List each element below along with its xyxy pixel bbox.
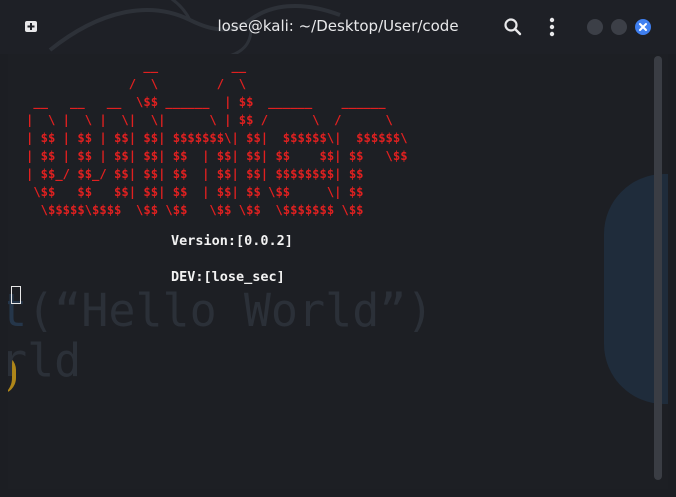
wallpaper-line2: rld <box>8 334 82 387</box>
text-cursor <box>11 286 21 304</box>
version-text: Version:[0.0.2] <box>171 233 293 249</box>
banner-line: \$$$$$\$$$$ \$$ \$$ \$$ \$$ \$$$$$$$ \$$ <box>26 203 364 217</box>
banner-line: | $$ | $$ | $$| $$| $$ | $$| $$| $$ $$| … <box>26 149 408 163</box>
wallpaper-code-text: t(“Hello World”) rld <box>8 286 433 386</box>
banner-line: | $$ | $$ | $$| $$| $$$$$$$\| $$| $$$$$$… <box>26 131 408 145</box>
close-icon <box>639 23 647 31</box>
dev-text: DEV:[lose_sec] <box>171 269 285 285</box>
window-title: lose@kali: ~/Desktop/User/code <box>217 17 459 35</box>
banner-line: / \ / \ <box>26 77 247 91</box>
search-icon[interactable] <box>503 17 523 37</box>
banner-line: __ __ <box>26 59 247 73</box>
maximize-button[interactable] <box>611 19 627 35</box>
kebab-menu-icon[interactable] <box>544 16 560 38</box>
close-button[interactable] <box>635 19 651 35</box>
banner-line: __ __ __ \$$ ______ | $$ ______ ______ <box>26 95 386 109</box>
terminal-window: lose@kali: ~/Desktop/User/code t(“Hello … <box>0 0 676 497</box>
minimize-button[interactable] <box>587 19 603 35</box>
terminal-output[interactable]: t(“Hello World”) rld __ __ / \ / \ __ __… <box>8 54 668 489</box>
scrollbar[interactable] <box>654 56 662 480</box>
banner-line: | $$_/ $$_/ $$| $$| $$ | $$| $$| $$$$$$$… <box>26 167 364 181</box>
wallpaper-line1: (“Hello World”) <box>27 284 434 337</box>
title-bar[interactable]: lose@kali: ~/Desktop/User/code <box>0 0 676 54</box>
banner-line: | \ | \ | \| \| \ | $$ / \ / \ <box>26 113 393 127</box>
ascii-banner: __ __ / \ / \ __ __ __ \$$ ______ | $$ _… <box>26 57 408 219</box>
banner-line: \$$ $$ $$| $$| $$ | $$| $$ \$$ \| $$ <box>26 185 364 199</box>
